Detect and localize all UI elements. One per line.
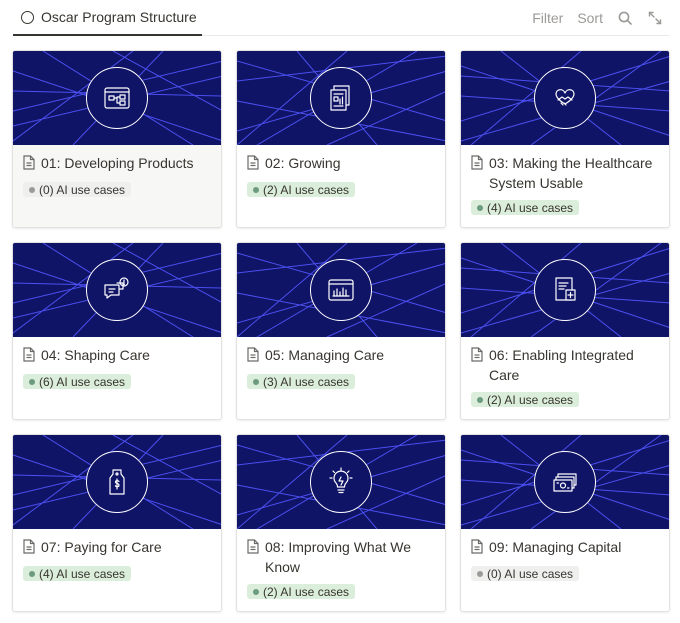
ai-use-cases-count: (2) AI use cases	[487, 392, 574, 407]
view-title: Oscar Program Structure	[41, 9, 197, 25]
card-title: 06: Enabling Integrated Care	[489, 347, 634, 383]
cash-stack-icon	[534, 451, 596, 513]
lightbulb-icon	[310, 451, 372, 513]
ai-use-cases-count: (0) AI use cases	[39, 182, 126, 197]
card-cover-image	[13, 435, 221, 529]
status-dot-icon	[29, 378, 35, 385]
ai-use-cases-count: (4) AI use cases	[487, 200, 574, 215]
card-title: 04: Shaping Care	[41, 347, 150, 363]
card-title: 05: Managing Care	[265, 347, 385, 363]
ai-use-cases-count: (2) AI use cases	[263, 182, 350, 197]
page-icon	[247, 155, 259, 175]
status-dot-icon	[253, 378, 259, 385]
card-title: 07: Paying for Care	[41, 539, 162, 555]
ai-use-cases-count: (0) AI use cases	[487, 566, 574, 581]
ai-use-cases-tag: (4) AI use cases	[23, 566, 132, 581]
medical-records-icon	[534, 259, 596, 321]
dollar-tag-icon	[86, 451, 148, 513]
handshake-heart-icon	[534, 67, 596, 129]
chat-bubbles-icon	[86, 259, 148, 321]
card-cover-image	[237, 243, 445, 337]
ai-use-cases-tag: (0) AI use cases	[23, 182, 132, 197]
ai-use-cases-tag: (2) AI use cases	[247, 182, 356, 197]
status-dot-icon	[253, 186, 259, 193]
documents-chart-icon	[310, 67, 372, 129]
gallery-card[interactable]: 08: Improving What We Know (2) AI use cas…	[236, 434, 446, 612]
card-cover-image	[237, 435, 445, 529]
page-icon	[23, 347, 35, 367]
ai-use-cases-count: (3) AI use cases	[263, 374, 350, 389]
view-circle-icon	[21, 10, 34, 24]
expand-icon[interactable]	[647, 10, 663, 26]
ai-use-cases-tag: (4) AI use cases	[471, 200, 580, 215]
page-icon	[23, 539, 35, 559]
status-dot-icon	[253, 588, 259, 595]
card-cover-image	[461, 435, 669, 529]
view-tab[interactable]: Oscar Program Structure	[13, 0, 202, 36]
workflow-diagram-icon	[86, 67, 148, 129]
gallery-card[interactable]: 06: Enabling Integrated Care (2) AI use c…	[460, 242, 670, 420]
card-cover-image	[13, 243, 221, 337]
gallery-card[interactable]: 02: Growing (2) AI use cases	[236, 50, 446, 228]
card-cover-image	[461, 51, 669, 145]
card-title: 01: Developing Products	[41, 155, 194, 171]
page-icon	[471, 155, 483, 175]
filter-button[interactable]: Filter	[532, 10, 563, 26]
card-cover-image	[461, 243, 669, 337]
card-cover-image	[237, 51, 445, 145]
ai-use-cases-tag: (2) AI use cases	[471, 392, 580, 407]
status-dot-icon	[477, 204, 483, 211]
gallery-card[interactable]: 09: Managing Capital (0) AI use cases	[460, 434, 670, 612]
view-actions: Filter Sort	[532, 0, 669, 36]
status-dot-icon	[477, 396, 483, 403]
card-title: 02: Growing	[265, 155, 341, 171]
ai-use-cases-count: (4) AI use cases	[39, 566, 126, 581]
status-dot-icon	[29, 570, 35, 577]
page-icon	[247, 347, 259, 367]
page-icon	[247, 539, 259, 559]
dashboard-chart-icon	[310, 259, 372, 321]
gallery-card[interactable]: 05: Managing Care (3) AI use cases	[236, 242, 446, 420]
sort-button[interactable]: Sort	[577, 10, 603, 26]
page-icon	[471, 539, 483, 559]
ai-use-cases-tag: (2) AI use cases	[247, 584, 356, 599]
search-icon[interactable]	[617, 10, 633, 26]
card-cover-image	[13, 51, 221, 145]
view-header: Oscar Program Structure Filter Sort	[13, 0, 669, 36]
gallery-card[interactable]: 07: Paying for Care (4) AI use cases	[12, 434, 222, 612]
gallery-card[interactable]: 01: Developing Products (0) AI use cases	[12, 50, 222, 228]
ai-use-cases-count: (2) AI use cases	[263, 584, 350, 599]
page-icon	[471, 347, 483, 367]
gallery-grid: 01: Developing Products (0) AI use cases 0…	[12, 50, 670, 612]
page-icon	[23, 155, 35, 175]
gallery-card[interactable]: 04: Shaping Care (6) AI use cases	[12, 242, 222, 420]
card-title: 03: Making the Healthcare System Usable	[489, 155, 653, 191]
gallery-card[interactable]: 03: Making the Healthcare System Usable (…	[460, 50, 670, 228]
ai-use-cases-count: (6) AI use cases	[39, 374, 126, 389]
ai-use-cases-tag: (0) AI use cases	[471, 566, 580, 581]
ai-use-cases-tag: (6) AI use cases	[23, 374, 132, 389]
status-dot-icon	[29, 186, 35, 193]
card-title: 09: Managing Capital	[489, 539, 622, 555]
ai-use-cases-tag: (3) AI use cases	[247, 374, 356, 389]
status-dot-icon	[477, 570, 483, 577]
card-title: 08: Improving What We Know	[265, 539, 412, 575]
